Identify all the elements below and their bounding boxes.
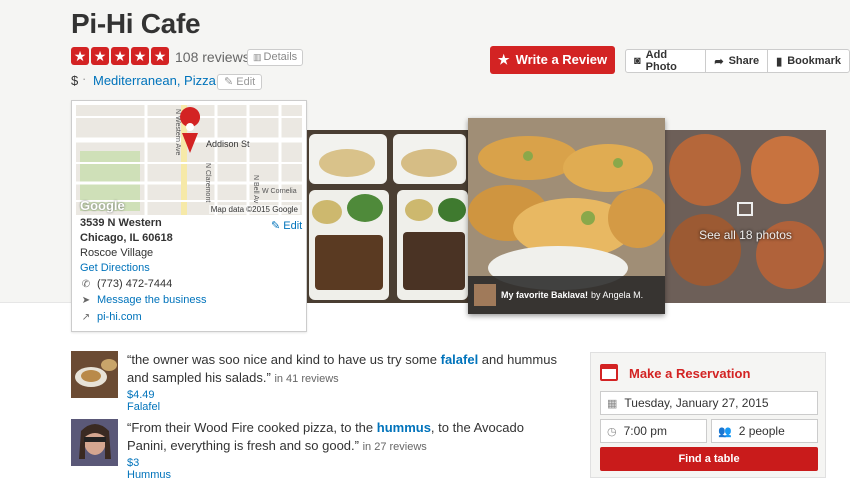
google-logo: Google <box>80 198 125 213</box>
message-business-link[interactable]: ➤ Message the business <box>80 294 207 306</box>
phone-number: (773) 472-7444 <box>97 278 173 290</box>
details-label: Details <box>263 51 298 63</box>
star-icon: ★ <box>111 47 129 65</box>
send-icon: ➤ <box>81 294 91 306</box>
get-directions-link[interactable]: Get Directions <box>80 262 150 274</box>
phone-row: ✆ (773) 472-7444 <box>80 278 172 290</box>
avatar[interactable] <box>474 284 496 306</box>
share-button[interactable]: ➦ Share <box>706 50 769 72</box>
quote-text: “From their Wood Fire cooked pizza, to t… <box>127 420 377 435</box>
caption-title: My favorite Baklava! <box>501 290 589 300</box>
bookmark-label: Bookmark <box>787 55 841 67</box>
review-count[interactable]: 108 reviews <box>175 49 250 65</box>
time-value: 7:00 pm <box>623 424 667 438</box>
quote-highlight[interactable]: falafel <box>441 352 479 367</box>
review-count-link[interactable]: in 27 reviews <box>363 441 427 453</box>
price-range: $ <box>71 73 79 88</box>
map-card: Addison St N Western Ave N Claremont N B… <box>71 100 307 332</box>
reservation-title: Make a Reservation <box>629 366 751 381</box>
reservation-date-select[interactable]: ▦ Tuesday, January 27, 2015 <box>600 391 818 415</box>
edit-label: Edit <box>236 76 256 88</box>
edit-label: Edit <box>283 220 303 232</box>
details-button[interactable]: ▥ Details <box>247 49 304 66</box>
website-link[interactable]: ↗ pi-hi.com <box>80 311 142 323</box>
star-icon: ★ <box>497 52 510 67</box>
write-review-label: Write a Review <box>515 52 608 67</box>
map-pin-center <box>186 123 194 131</box>
share-label: Share <box>728 55 760 67</box>
calendar-icon <box>600 364 618 381</box>
review-count-link[interactable]: in 41 reviews <box>274 373 338 385</box>
quote-highlight[interactable]: hummus <box>377 420 431 435</box>
people-icon: 👥 <box>718 425 732 438</box>
see-all-photos-link[interactable]: See all 18 photos <box>665 228 826 242</box>
star-icon: ★ <box>131 47 149 65</box>
action-button-group: ◙ Add Photo ➦ Share ▮ Bookmark <box>625 49 850 73</box>
share-arrow-icon: ➦ <box>714 55 724 68</box>
camera-icon: ◙ <box>634 55 641 67</box>
separator-dot: · <box>82 71 87 86</box>
address-line2: Chicago, IL 60618 <box>80 232 173 244</box>
phone-icon: ✆ <box>81 278 91 290</box>
find-table-button[interactable]: Find a table <box>600 447 818 471</box>
menu-item-link[interactable]: $4.49 Falafel <box>127 389 160 413</box>
clock-icon: ◷ <box>607 425 617 438</box>
reservation-widget: Make a Reservation ▦ Tuesday, January 27,… <box>590 352 826 478</box>
pencil-icon: ✎ <box>271 220 281 232</box>
star-icon: ★ <box>71 47 89 65</box>
website-label: pi-hi.com <box>97 311 142 323</box>
photo-caption: My favorite Baklava! by Angela M. <box>468 276 665 314</box>
photo-baklava-featured[interactable]: My favorite Baklava! by Angela M. <box>468 118 665 314</box>
snippet-photo[interactable] <box>71 419 118 466</box>
bookmark-button[interactable]: ▮ Bookmark <box>768 50 849 72</box>
edit-address-link[interactable]: ✎ Edit <box>271 219 302 232</box>
map-credit: Map data ©2015 Google <box>208 205 300 214</box>
external-link-icon: ↗ <box>81 311 91 323</box>
photo-hummus-platters[interactable] <box>307 130 468 303</box>
people-value: 2 people <box>738 424 785 438</box>
pencil-icon: ✎ <box>224 76 234 88</box>
review-quote: “From their Wood Fire cooked pizza, to t… <box>127 419 567 456</box>
map-street-label: Addison St <box>206 139 250 149</box>
map-street-label: W Cornelia <box>262 188 297 195</box>
edit-categories-button[interactable]: ✎ Edit <box>217 74 263 90</box>
reservation-time-select[interactable]: ◷ 7:00 pm <box>600 419 707 443</box>
map-street-label: N Claremont <box>204 163 211 202</box>
star-icon: ★ <box>91 47 109 65</box>
photo-pizza[interactable]: See all 18 photos <box>665 130 826 303</box>
map-street-label: N Bell Av <box>252 175 259 204</box>
reservation-party-size-select[interactable]: 👥 2 people <box>711 419 818 443</box>
photo-image <box>665 130 826 303</box>
category-links[interactable]: Mediterranean, Pizza <box>93 73 216 88</box>
add-photo-label: Add Photo <box>645 49 677 73</box>
add-photo-button[interactable]: ◙ Add Photo <box>626 49 707 73</box>
snippet-photo[interactable] <box>71 351 118 398</box>
address-line1: 3539 N Western <box>80 217 162 229</box>
photos-stack-icon <box>737 202 753 216</box>
write-review-button[interactable]: ★ Write a Review <box>490 46 615 74</box>
message-label: Message the business <box>97 294 207 306</box>
date-value: Tuesday, January 27, 2015 <box>624 396 769 410</box>
business-name: Pi-Hi Cafe <box>71 8 201 39</box>
photo-image <box>307 130 468 303</box>
quote-text: “the owner was soo nice and kind to have… <box>127 352 441 367</box>
neighborhood: Roscoe Village <box>80 247 154 259</box>
review-quote: “the owner was soo nice and kind to have… <box>127 351 567 388</box>
star-icon: ★ <box>151 47 169 65</box>
rating-stars: ★ ★ ★ ★ ★ <box>71 47 169 65</box>
map[interactable]: Addison St N Western Ave N Claremont N B… <box>76 105 302 215</box>
menu-item-link[interactable]: $3 Hummus <box>127 457 171 478</box>
bar-chart-icon: ▥ <box>253 52 262 62</box>
bookmark-icon: ▮ <box>776 55 783 68</box>
caption-author[interactable]: by Angela M. <box>591 290 643 300</box>
map-street-label: N Western Ave <box>174 109 181 156</box>
calendar-icon: ▦ <box>607 397 618 410</box>
